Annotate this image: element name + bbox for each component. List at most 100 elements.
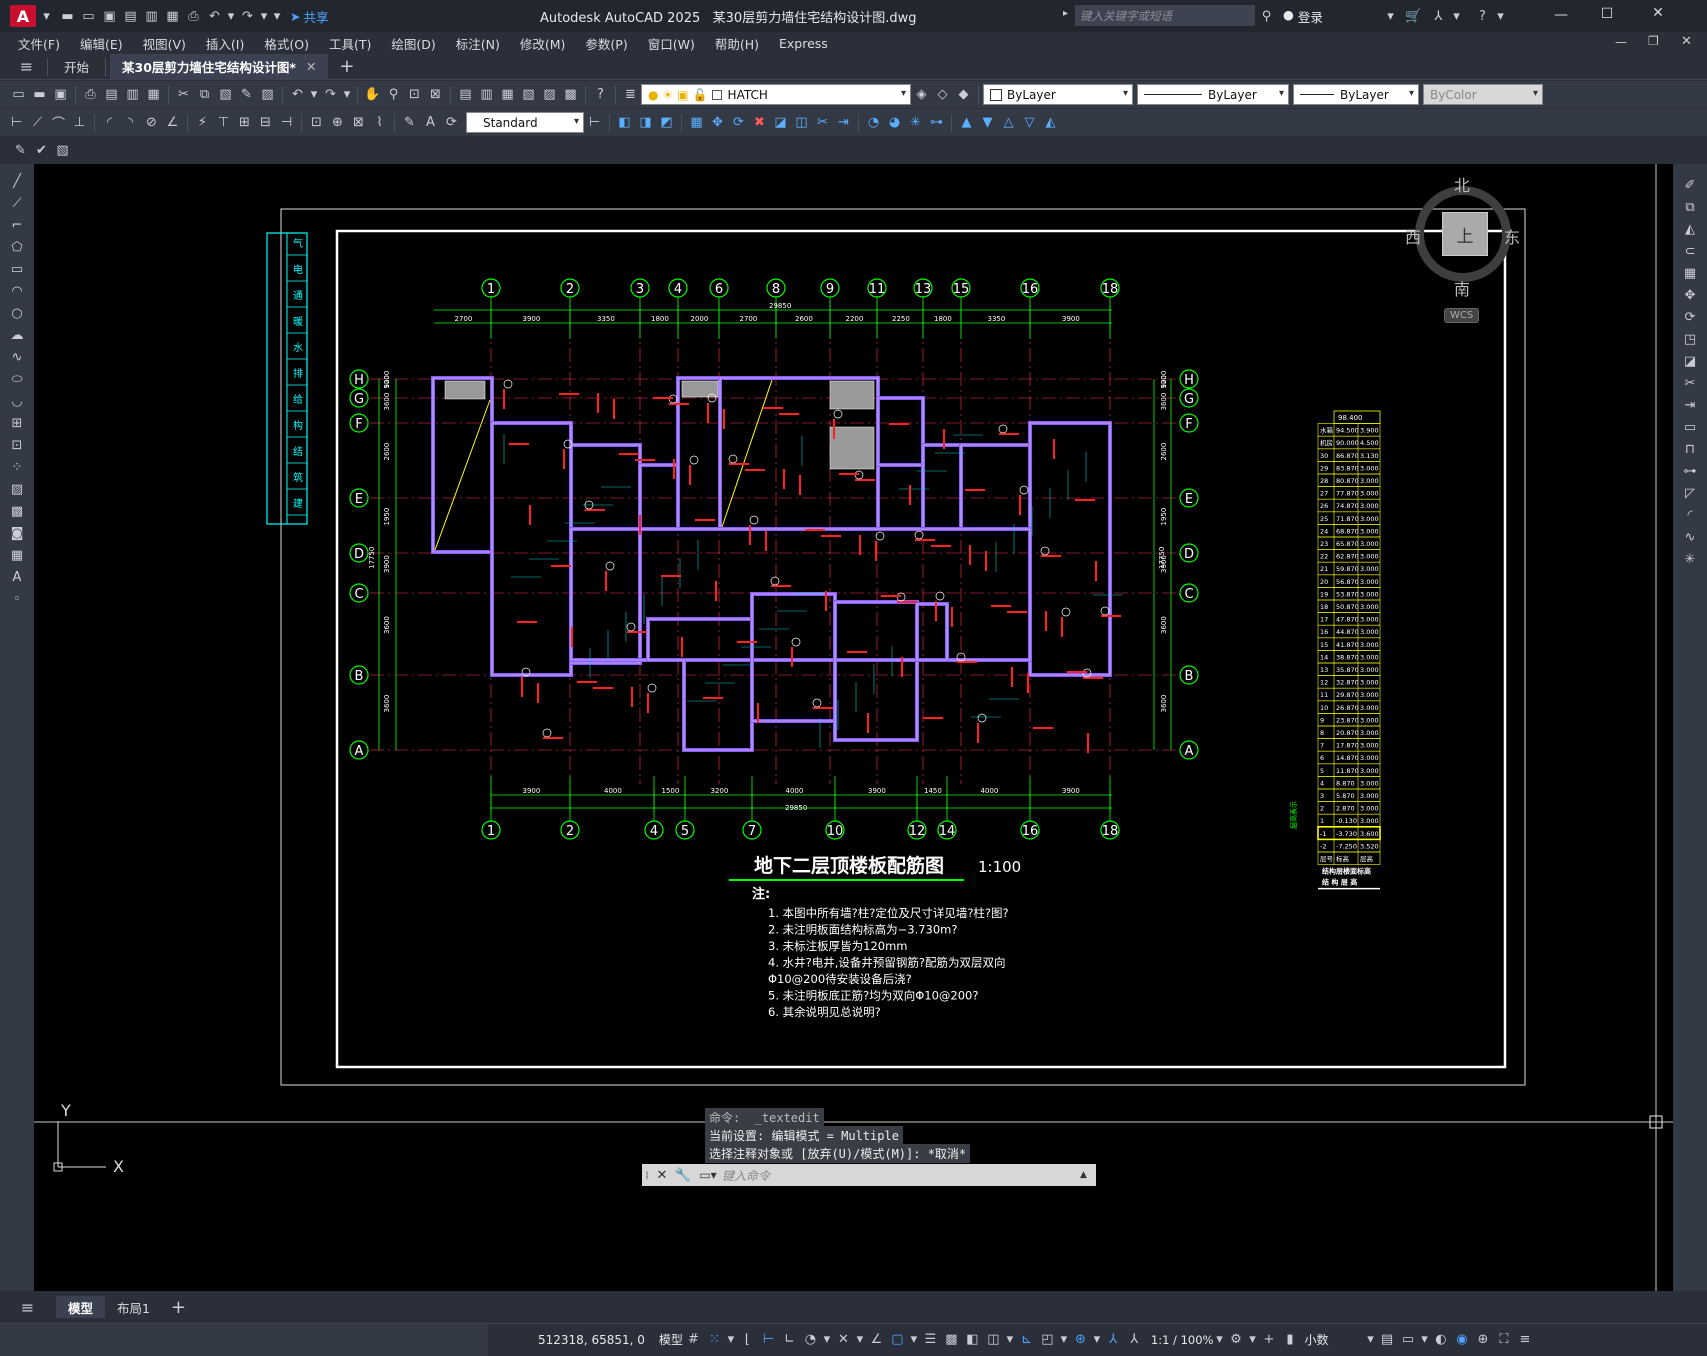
dim-update-icon[interactable]: ⟳ xyxy=(441,113,462,133)
menu-window[interactable]: 窗口(W) xyxy=(638,34,705,53)
table-icon[interactable]: ▦ xyxy=(7,544,28,566)
redo-list-icon[interactable]: ▾ xyxy=(341,85,353,105)
point-icon[interactable]: ⁘ xyxy=(7,456,28,478)
tab-layout1[interactable]: 布局1 xyxy=(105,1296,162,1318)
grid-icon[interactable]: # xyxy=(683,1330,704,1350)
redo-icon-2[interactable]: ↷ xyxy=(320,85,341,105)
a360-dropdown-icon[interactable]: ▾ xyxy=(1446,6,1467,26)
drawing-canvas[interactable]: 气电通暖水排给构结筑建 1 2 3 4 6 8 9 11 13 15 16 18 1 2 4 5 7 10 12 14… xyxy=(34,164,1673,1291)
modify-copy-icon[interactable]: ◧ xyxy=(614,113,635,133)
quick-dim-icon[interactable]: ⚡ xyxy=(192,113,213,133)
coordinates[interactable]: 512318, 65851, 0 xyxy=(538,1333,645,1347)
line-icon[interactable]: ╱ xyxy=(7,170,28,192)
transparency-icon[interactable]: ▩ xyxy=(941,1330,962,1350)
properties-icon[interactable]: ▤ xyxy=(455,85,476,105)
add-layout-icon[interactable]: + xyxy=(168,1297,189,1318)
annotation-scale-dropdown-icon[interactable]: ▾ xyxy=(1213,1330,1225,1350)
modify-offset-icon[interactable]: ◩ xyxy=(656,113,677,133)
clean-screen-icon[interactable]: ⛶ xyxy=(1493,1330,1514,1350)
command-grip-icon[interactable]: ⁞ xyxy=(642,1169,652,1182)
open-folder-icon[interactable]: ▭ xyxy=(78,6,99,26)
save-icon[interactable]: ▣ xyxy=(99,6,120,26)
region-icon[interactable]: ◙ xyxy=(7,522,28,544)
edit-text-icon[interactable]: ✎ xyxy=(10,140,31,160)
undo-dropdown-icon[interactable]: ▾ xyxy=(225,6,237,26)
maximize-button[interactable]: ☐ xyxy=(1584,6,1630,22)
match-properties-icon[interactable]: ✎ xyxy=(236,85,257,105)
qnew-icon[interactable]: ▭ xyxy=(8,85,29,105)
scale-icon[interactable]: ◳ xyxy=(1680,328,1701,350)
blend-curves-icon[interactable]: ∿ xyxy=(1680,526,1701,548)
redo-dropdown-icon[interactable]: ▾ xyxy=(258,6,270,26)
menu-tools[interactable]: 工具(T) xyxy=(319,34,381,53)
units-label[interactable]: 小数 xyxy=(1304,1331,1364,1348)
viewcube-west[interactable]: 西 xyxy=(1405,224,1421,248)
explode-icon[interactable]: ✳ xyxy=(1680,548,1701,570)
save-web-icon[interactable]: ▦ xyxy=(162,6,183,26)
open-web-icon[interactable]: ▥ xyxy=(141,6,162,26)
customization-icon[interactable]: ≡ xyxy=(1514,1330,1535,1350)
modify-rotate-icon[interactable]: ⟳ xyxy=(728,113,749,133)
search-input[interactable]: 键入关键字或短语 xyxy=(1075,5,1255,26)
help-icon-2[interactable]: ? xyxy=(590,85,611,105)
dynamic-input-icon[interactable]: ⊢ xyxy=(758,1330,779,1350)
lock-ui-dropdown-icon[interactable]: ▾ xyxy=(1418,1330,1430,1350)
ordinate-dim-icon[interactable]: ⊥ xyxy=(69,113,90,133)
menu-help[interactable]: 帮助(H) xyxy=(705,34,769,53)
dim-break-icon[interactable]: ⊣ xyxy=(276,113,297,133)
viewcube-east[interactable]: 东 xyxy=(1504,224,1520,248)
modify-scale-icon[interactable]: ◪ xyxy=(770,113,791,133)
polar-dropdown-icon[interactable]: ▾ xyxy=(821,1330,833,1350)
doc-minimize-button[interactable]: — xyxy=(1615,35,1627,49)
menu-dimension[interactable]: 标注(N) xyxy=(446,34,510,53)
isodraft-dropdown-icon[interactable]: ▾ xyxy=(854,1330,866,1350)
offset-icon[interactable]: ⊂ xyxy=(1680,240,1701,262)
make-current-layer-icon[interactable]: ◈ xyxy=(911,85,932,105)
trim-icon[interactable]: ✂ xyxy=(1680,372,1701,394)
radius-dim-icon[interactable]: ◜ xyxy=(99,113,120,133)
tolerance-icon[interactable]: ⊡ xyxy=(306,113,327,133)
fillet-icon[interactable]: ◜ xyxy=(1680,504,1701,526)
modify-fillet-icon[interactable]: ◔ xyxy=(863,113,884,133)
modify-array-icon[interactable]: ▦ xyxy=(686,113,707,133)
workspace-icon[interactable]: ⚙ xyxy=(1225,1330,1246,1350)
modify-move-icon[interactable]: ✥ xyxy=(707,113,728,133)
command-customize-icon[interactable]: 🔧 xyxy=(672,1168,694,1183)
menu-modify[interactable]: 修改(M) xyxy=(510,34,576,53)
auto-scale-icon[interactable]: ⅄ xyxy=(1124,1330,1145,1350)
menu-insert[interactable]: 插入(I) xyxy=(196,34,254,53)
markup-icon[interactable]: ▨ xyxy=(539,85,560,105)
spline-icon[interactable]: ∿ xyxy=(7,346,28,368)
units-dropdown-icon[interactable]: ▾ xyxy=(1364,1330,1376,1350)
lineweight-dropdown[interactable]: ByLayer ▾ xyxy=(1293,84,1419,105)
customize-qat-icon[interactable]: ▾ xyxy=(270,6,284,26)
app-logo[interactable]: A xyxy=(10,5,36,27)
cart-icon[interactable]: 🛒 xyxy=(1403,6,1424,26)
paste-icon[interactable]: ▧ xyxy=(215,85,236,105)
polar-icon[interactable]: ◔ xyxy=(800,1330,821,1350)
minimize-button[interactable]: — xyxy=(1538,7,1584,23)
units-icon[interactable]: ▮ xyxy=(1279,1330,1300,1350)
selection-cycling-icon[interactable]: ◧ xyxy=(962,1330,983,1350)
break-at-point-icon[interactable]: ▭ xyxy=(1680,416,1701,438)
color-dropdown[interactable]: ByLayer ▾ xyxy=(983,84,1133,105)
tab-close-icon[interactable]: ✕ xyxy=(306,59,316,74)
user-login[interactable]: ● 登录 xyxy=(1283,7,1323,26)
mirror-icon[interactable]: ◭ xyxy=(1680,218,1701,240)
extend-icon[interactable]: ⇥ xyxy=(1680,394,1701,416)
modify-chamfer-icon[interactable]: ◕ xyxy=(884,113,905,133)
modify-mirror-icon[interactable]: ◨ xyxy=(635,113,656,133)
zoom-window-icon[interactable]: ⊡ xyxy=(404,85,425,105)
viewcube-wcs-menu[interactable]: WCS xyxy=(1444,308,1480,323)
draworder-below-icon[interactable]: ▽ xyxy=(1019,113,1040,133)
dim-space-icon[interactable]: ⊟ xyxy=(255,113,276,133)
3d-osnap-icon[interactable]: ◫ xyxy=(983,1330,1004,1350)
ortho-icon[interactable]: ∟ xyxy=(779,1330,800,1350)
sheet-set-icon[interactable]: ▧ xyxy=(518,85,539,105)
publish-icon[interactable]: ▥ xyxy=(122,85,143,105)
tab-start[interactable]: 开始 xyxy=(52,54,101,80)
add-selected-icon[interactable]: ◦ xyxy=(7,588,28,610)
app-menu-chevron-icon[interactable]: ▾ xyxy=(36,6,57,26)
plotstyle-dropdown[interactable]: ByColor ▾ xyxy=(1423,84,1543,105)
quick-properties-icon[interactable]: ▤ xyxy=(1376,1330,1397,1350)
